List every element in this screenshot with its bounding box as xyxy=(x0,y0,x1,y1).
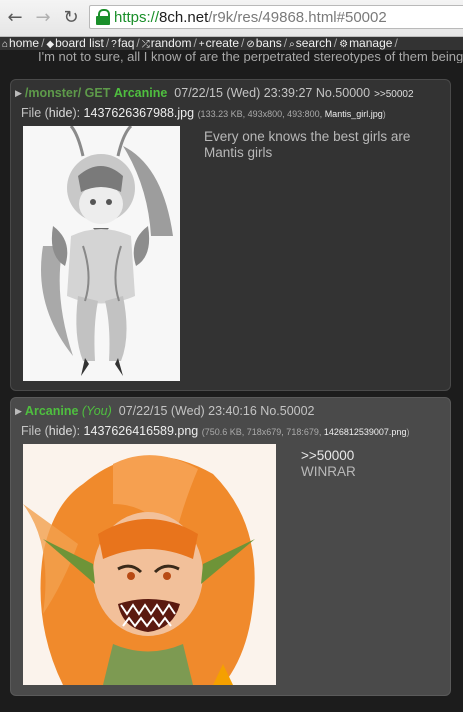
post-body: >>50000 WINRAR xyxy=(301,448,441,480)
post-50000: ▶/monster/ GET Arcanine 07/22/15 (Wed) 2… xyxy=(10,79,451,391)
home-icon: ⌂ xyxy=(2,39,9,50)
browser-toolbar: ← → ↻ https://8ch.net/r9k/res/49868.html… xyxy=(0,0,463,37)
original-filename-link[interactable]: 1426812539007.png xyxy=(324,427,407,437)
post-body-line: Every one knows the best girls are xyxy=(204,129,411,144)
previous-post-body-text: I'm not to sure, all I know of are the p… xyxy=(38,49,463,63)
post-datetime: 07/22/15 (Wed) 23:40:16 xyxy=(118,404,257,418)
post-subject: /monster/ GET xyxy=(24,86,111,100)
file-name-link[interactable]: 1437626367988.jpg xyxy=(84,106,195,120)
post-menu-triangle-icon[interactable]: ▶ xyxy=(15,88,22,98)
post-menu-triangle-icon[interactable]: ▶ xyxy=(15,406,22,416)
address-bar[interactable]: https://8ch.net/r9k/res/49868.html#50002 xyxy=(89,5,463,29)
post-number-link[interactable]: No.50002 xyxy=(260,404,314,418)
nav-label-home[interactable]: home xyxy=(9,37,39,50)
backlink[interactable]: >>50002 xyxy=(374,89,414,100)
poster-name: Arcanine xyxy=(113,86,168,100)
file-name-link[interactable]: 1437626416589.png xyxy=(84,424,199,438)
post-50002: ▶ Arcanine (You) 07/22/15 (Wed) 23:40:16 … xyxy=(10,397,451,696)
file-label: File xyxy=(21,106,42,120)
quote-link[interactable]: >>50000 xyxy=(301,448,441,464)
url-host: 8ch.net xyxy=(159,8,209,26)
back-arrow-icon[interactable]: ← xyxy=(4,6,26,28)
post-image-orange-haired-girl[interactable] xyxy=(23,444,276,685)
lock-icon xyxy=(96,9,110,25)
file-info: File (hide): 1437626416589.png (750.6 KB… xyxy=(21,424,410,438)
post-number-link[interactable]: No.50000 xyxy=(316,86,370,100)
post-intro: ▶/monster/ GET Arcanine 07/22/15 (Wed) 2… xyxy=(15,86,414,100)
file-meta-text: (133.23 KB, 493x800, 493:800, xyxy=(197,109,323,119)
post-datetime: 07/22/15 (Wed) 23:39:27 xyxy=(174,86,313,100)
hide-file-link[interactable]: hide xyxy=(49,106,73,120)
url-path: /r9k/res/49868.html#50002 xyxy=(208,8,387,26)
you-marker: (You) xyxy=(81,404,112,418)
file-meta: (133.23 KB, 493x800, 493:800, Mantis_gir… xyxy=(197,109,386,119)
post-intro: ▶ Arcanine (You) 07/22/15 (Wed) 23:40:16 … xyxy=(15,404,315,418)
poster-name: Arcanine xyxy=(24,404,79,418)
file-label: File xyxy=(21,424,42,438)
file-info: File (hide): 1437626367988.jpg (133.23 K… xyxy=(21,106,386,120)
post-body-line: WINRAR xyxy=(301,464,356,479)
post-image-mantis-girl[interactable] xyxy=(23,126,180,381)
file-meta: (750.6 KB, 718x679, 718:679, 14268125390… xyxy=(201,427,410,437)
post-body-line: Mantis girls xyxy=(204,145,273,160)
forward-arrow-icon[interactable]: → xyxy=(32,6,54,28)
url-scheme: https:// xyxy=(114,8,160,26)
post-body: Every one knows the best girls are Manti… xyxy=(204,129,444,161)
original-filename-link[interactable]: Mantis_girl.jpg xyxy=(325,109,383,119)
file-meta-text: (750.6 KB, 718x679, 718:679, xyxy=(201,427,322,437)
reload-icon[interactable]: ↻ xyxy=(60,6,82,28)
hide-file-link[interactable]: hide xyxy=(49,424,73,438)
nav-item-home[interactable]: ⌂home xyxy=(2,37,39,50)
